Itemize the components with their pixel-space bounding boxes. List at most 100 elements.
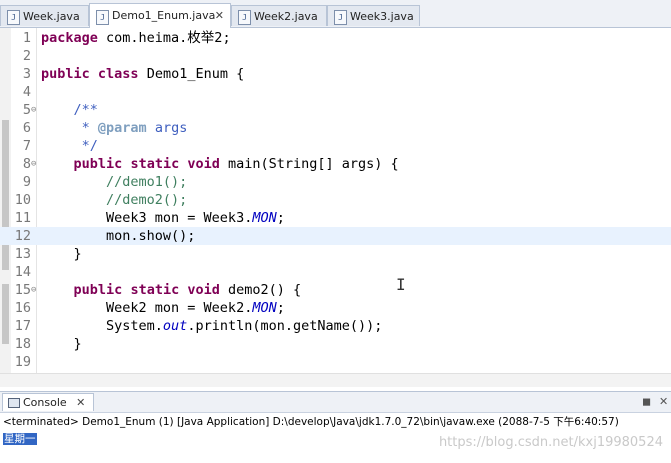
code-line[interactable]: 1 package com.heima.枚举2; (0, 29, 671, 47)
line-number: 11 (14, 210, 31, 226)
code-token: class (97, 66, 139, 82)
code-line[interactable]: 11 Week3 mon = Week3.MON; (0, 209, 671, 227)
code-token: /** (41, 102, 98, 118)
code-line[interactable]: 4 (0, 83, 671, 101)
code-text: } (41, 245, 82, 263)
terminate-icon[interactable]: ◼ (642, 395, 651, 408)
code-token: Week3 mon = Week3. (41, 210, 253, 226)
code-line[interactable]: 16 Week2 mon = Week2.MON; (0, 299, 671, 317)
text-cursor-icon: I (396, 275, 406, 294)
fold-toggle-icon[interactable]: ⊖ (31, 281, 36, 299)
code-text: Week3 mon = Week3.MON; (41, 209, 285, 227)
console-view: Console ✕ ◼ ✕ <terminated> Demo1_Enum (1… (0, 391, 671, 463)
remove-launch-icon[interactable]: ✕ (659, 395, 668, 408)
watermark: https://blog.csdn.net/kxj19980524 (438, 435, 663, 450)
code-text: */ (41, 137, 98, 155)
java-file-icon: J (7, 10, 20, 25)
fold-toggle-icon[interactable]: ⊖ (31, 101, 36, 119)
java-file-icon: J (334, 10, 347, 25)
code-token: void (187, 282, 220, 298)
console-status: <terminated> Demo1_Enum (1) [Java Applic… (3, 416, 619, 428)
console-output-line[interactable]: 星期一 (3, 432, 37, 446)
editor-tab-bar: J Week.java J Demo1_Enum.java ✕ J Week2.… (0, 0, 671, 28)
code-text: /** (41, 101, 98, 119)
code-line[interactable]: 13 } (0, 245, 671, 263)
code-token: demo2() { (219, 282, 302, 298)
code-editor[interactable]: 1 package com.heima.枚举2; 2 3 public class De… (0, 28, 671, 373)
code-line[interactable]: 18 } (0, 335, 671, 353)
line-number: 19 (14, 354, 31, 370)
line-number: 15 (14, 282, 31, 298)
code-text: public class Demo1_Enum { (41, 65, 244, 83)
code-token: } (41, 336, 82, 352)
code-token: public (41, 66, 90, 82)
tab-week-java[interactable]: J Week.java (0, 5, 89, 26)
tab-week2-java[interactable]: J Week2.java (231, 5, 327, 26)
code-token: package (41, 30, 98, 46)
line-number: 14 (14, 264, 31, 280)
code-token: main(String[] args) { (219, 156, 399, 172)
code-text: package com.heima.枚举2; (41, 29, 231, 47)
code-token: System. (41, 318, 163, 334)
code-token: Demo1_Enum { (138, 66, 245, 82)
line-number: 5 (22, 102, 31, 118)
code-token: MON (252, 210, 277, 226)
code-token: .println(mon.getName()); (187, 318, 383, 334)
code-line[interactable]: 19 (0, 353, 671, 371)
horizontal-scrollbar[interactable] (0, 373, 671, 387)
tab-week3-java[interactable]: J Week3.java (327, 5, 420, 26)
code-token: */ (41, 138, 98, 154)
code-line[interactable]: 2 (0, 47, 671, 65)
code-line[interactable]: 8 ⊖ public static void main(String[] args… (0, 155, 671, 173)
console-tab[interactable]: Console ✕ (2, 393, 95, 411)
fold-toggle-icon[interactable]: ⊖ (31, 155, 36, 173)
code-line[interactable]: 3 public class Demo1_Enum { (0, 65, 671, 83)
code-line[interactable]: 9 //demo1(); (0, 173, 671, 191)
tab-label: Demo1_Enum.java (112, 9, 216, 22)
close-icon[interactable]: ✕ (215, 4, 224, 27)
code-line[interactable]: 5 ⊖ /** (0, 101, 671, 119)
console-output: 星期一 (3, 433, 37, 445)
code-line[interactable]: 7 */ (0, 137, 671, 155)
code-text: } (41, 335, 82, 353)
close-icon[interactable]: ✕ (76, 396, 85, 409)
code-line[interactable]: 17 System.out.println(mon.getName()); (0, 317, 671, 335)
code-text: System.out.println(mon.getName()); (41, 317, 382, 335)
console-title: Console (23, 396, 67, 409)
code-token: Week2 mon = Week2. (41, 300, 253, 316)
code-text: //demo1(); (41, 173, 187, 191)
code-token: @param (97, 120, 147, 136)
line-number: 4 (22, 84, 31, 100)
code-text: public static void main(String[] args) { (41, 155, 399, 173)
line-number: 10 (14, 192, 31, 208)
code-text: * @param args (41, 119, 188, 137)
line-number: 17 (14, 318, 31, 334)
code-line[interactable]: 10 //demo2(); (0, 191, 671, 209)
code-token: //demo2(); (106, 192, 188, 208)
tab-label: Week.java (23, 10, 80, 23)
code-text: Week2 mon = Week2.MON; (41, 299, 285, 317)
code-line[interactable]: 15 ⊖ public static void demo2() { (0, 281, 671, 299)
code-line[interactable]: 14 (0, 263, 671, 281)
tab-demo1-enum-java[interactable]: J Demo1_Enum.java ✕ (89, 3, 231, 28)
code-token: MON (252, 300, 277, 316)
code-token: ; (276, 300, 285, 316)
java-file-icon: J (96, 10, 109, 25)
line-number: 9 (22, 174, 31, 190)
code-text: mon.show(); (41, 227, 195, 245)
line-number: 13 (14, 246, 31, 262)
line-number: 2 (22, 48, 31, 64)
line-number: 12 (14, 228, 31, 244)
code-line[interactable]: 6 * @param args (0, 119, 671, 137)
line-number: 1 (22, 30, 31, 46)
line-number: 6 (22, 120, 31, 136)
line-number: 7 (22, 138, 31, 154)
code-token: static (130, 282, 180, 298)
code-token: void (187, 156, 220, 172)
code-token: com.heima.枚举2; (97, 30, 231, 46)
tab-label: Week2.java (254, 10, 318, 23)
code-token: public (73, 282, 123, 298)
code-line[interactable]: 12 mon.show(); (0, 227, 671, 245)
